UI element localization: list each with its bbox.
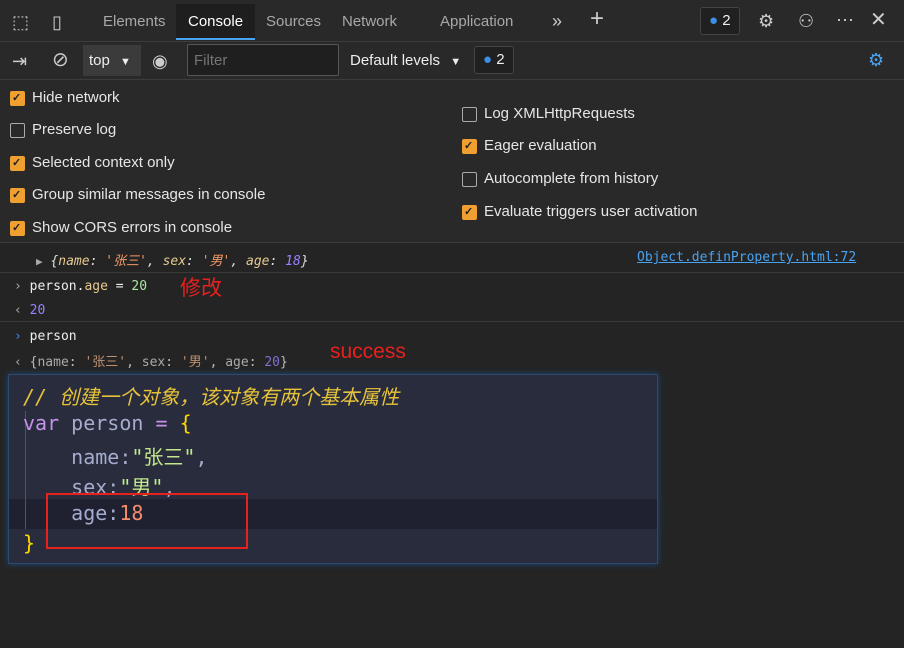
tab-application[interactable]: Application xyxy=(432,4,521,40)
tab-elements[interactable]: Elements xyxy=(95,4,174,40)
prop-name: name xyxy=(37,355,69,370)
prop-value: '男' xyxy=(180,355,210,370)
prop-sex: sex xyxy=(141,355,166,370)
prop-value: 18 xyxy=(285,254,301,269)
console-input-2: › person xyxy=(14,329,77,344)
prop-value: 20 xyxy=(264,355,281,370)
add-tab-icon[interactable]: + xyxy=(590,7,604,31)
prop-value: '张三' xyxy=(105,254,147,269)
console-settings-icon[interactable]: ⚙ xyxy=(868,50,884,70)
issues-badge[interactable]: ● 2 xyxy=(700,7,740,35)
cmd-text: person xyxy=(29,329,77,344)
divider xyxy=(0,321,904,322)
result-arrow-icon: ‹ xyxy=(14,355,22,370)
preserve-log-checkbox[interactable]: Preserve log xyxy=(10,120,116,140)
issues-count: 2 xyxy=(722,12,731,29)
code-var-name: person xyxy=(71,411,144,435)
live-expression-eye-icon[interactable]: ◉ xyxy=(152,51,168,71)
code-brace: } xyxy=(23,531,36,555)
settings-gear-icon[interactable]: ⚙ xyxy=(758,11,774,31)
code-brace: { xyxy=(179,411,192,435)
prop-sex: sex xyxy=(162,254,187,269)
console-result-2[interactable]: ‹ {name: '张三', sex: '男', age: 20} xyxy=(14,351,288,370)
device-emulation-icon[interactable]: ▯ xyxy=(52,12,62,32)
annotation-success: success xyxy=(330,340,406,363)
toolbar-issues-badge[interactable]: ● 2 xyxy=(474,46,514,74)
cmd-obj: person. xyxy=(29,279,85,294)
evaluate-triggers-checkbox[interactable]: Evaluate triggers user activation xyxy=(462,202,697,222)
prompt-chevron-icon: › xyxy=(14,329,22,344)
source-link[interactable]: Object.definProperty.html:72 xyxy=(637,250,856,265)
hide-network-checkbox[interactable]: Hide network xyxy=(10,88,120,108)
prop-value: '张三' xyxy=(84,355,127,370)
tab-sources[interactable]: Sources xyxy=(258,4,329,40)
cmd-prop: age xyxy=(84,279,108,294)
feedback-icon[interactable]: ⚇ xyxy=(798,11,814,31)
prompt-chevron-icon: › xyxy=(14,279,22,294)
dropdown-arrow-icon: ▼ xyxy=(120,56,131,68)
code-screenshot: // 创建一个对象，该对象有两个基本属性 var person = { name… xyxy=(8,374,658,564)
expand-triangle-icon[interactable]: ▶ xyxy=(36,255,43,268)
console-toolbar: ⇥ ⊘ top ▼ ◉ Default levels ▼ ● 2 ⚙ xyxy=(0,42,904,80)
tab-console[interactable]: Console xyxy=(176,4,256,40)
context-value: top xyxy=(89,52,110,69)
divider xyxy=(0,272,904,273)
devtools-tab-bar: ⬚ ▯ Elements Console Sources Network App… xyxy=(0,0,904,42)
cmd-eq: = xyxy=(107,279,132,294)
code-key: name: xyxy=(71,445,132,469)
inspect-element-icon[interactable]: ⬚ xyxy=(12,12,29,32)
prop-value: '男' xyxy=(201,254,231,269)
tab-network[interactable]: Network xyxy=(334,4,405,40)
context-selector[interactable]: top ▼ xyxy=(83,45,141,76)
code-string: "张三" xyxy=(131,445,196,469)
filter-input[interactable] xyxy=(187,44,339,76)
message-icon: ● xyxy=(709,12,719,29)
selected-context-checkbox[interactable]: Selected context only xyxy=(10,153,175,173)
code-comment: // 创建一个对象，该对象有两个基本属性 xyxy=(23,385,400,409)
levels-label: Default levels xyxy=(350,52,441,69)
group-similar-checkbox[interactable]: Group similar messages in console xyxy=(10,185,265,205)
message-icon: ● xyxy=(483,51,493,68)
clear-console-icon[interactable]: ⊘ xyxy=(52,50,69,70)
code-eq: = xyxy=(155,411,168,435)
log-levels-dropdown[interactable]: Default levels ▼ xyxy=(350,52,461,69)
console-input-1: › person.age = 20 xyxy=(14,279,147,294)
more-tabs-icon[interactable]: » xyxy=(552,11,562,31)
result-value: 20 xyxy=(29,303,46,318)
sidebar-toggle-icon[interactable]: ⇥ xyxy=(12,51,27,71)
console-result-1: ‹ 20 xyxy=(14,303,45,318)
prop-name: name xyxy=(58,254,90,269)
log-xhr-checkbox[interactable]: Log XMLHttpRequests xyxy=(462,104,635,124)
code-keyword: var xyxy=(23,411,60,435)
prop-age: age xyxy=(246,254,270,269)
close-icon[interactable]: ✕ xyxy=(870,10,887,30)
console-object-log-1[interactable]: ▶ {name: '张三', sex: '男', age: 18} xyxy=(36,250,309,269)
issues-count: 2 xyxy=(496,51,505,68)
cors-errors-checkbox[interactable]: Show CORS errors in console xyxy=(10,218,232,238)
eager-evaluation-checkbox[interactable]: Eager evaluation xyxy=(462,136,597,156)
more-options-icon[interactable]: ⋯ xyxy=(836,10,854,30)
autocomplete-history-checkbox[interactable]: Autocomplete from history xyxy=(462,169,658,189)
cmd-val: 20 xyxy=(131,279,148,294)
result-arrow-icon: ‹ xyxy=(14,303,22,318)
console-settings-panel: Hide network Preserve log Selected conte… xyxy=(0,80,904,243)
dropdown-arrow-icon: ▼ xyxy=(450,56,462,68)
prop-age: age xyxy=(225,355,249,370)
annotation-highlight-box xyxy=(46,493,248,549)
annotation-modify: 修改 xyxy=(180,277,222,300)
